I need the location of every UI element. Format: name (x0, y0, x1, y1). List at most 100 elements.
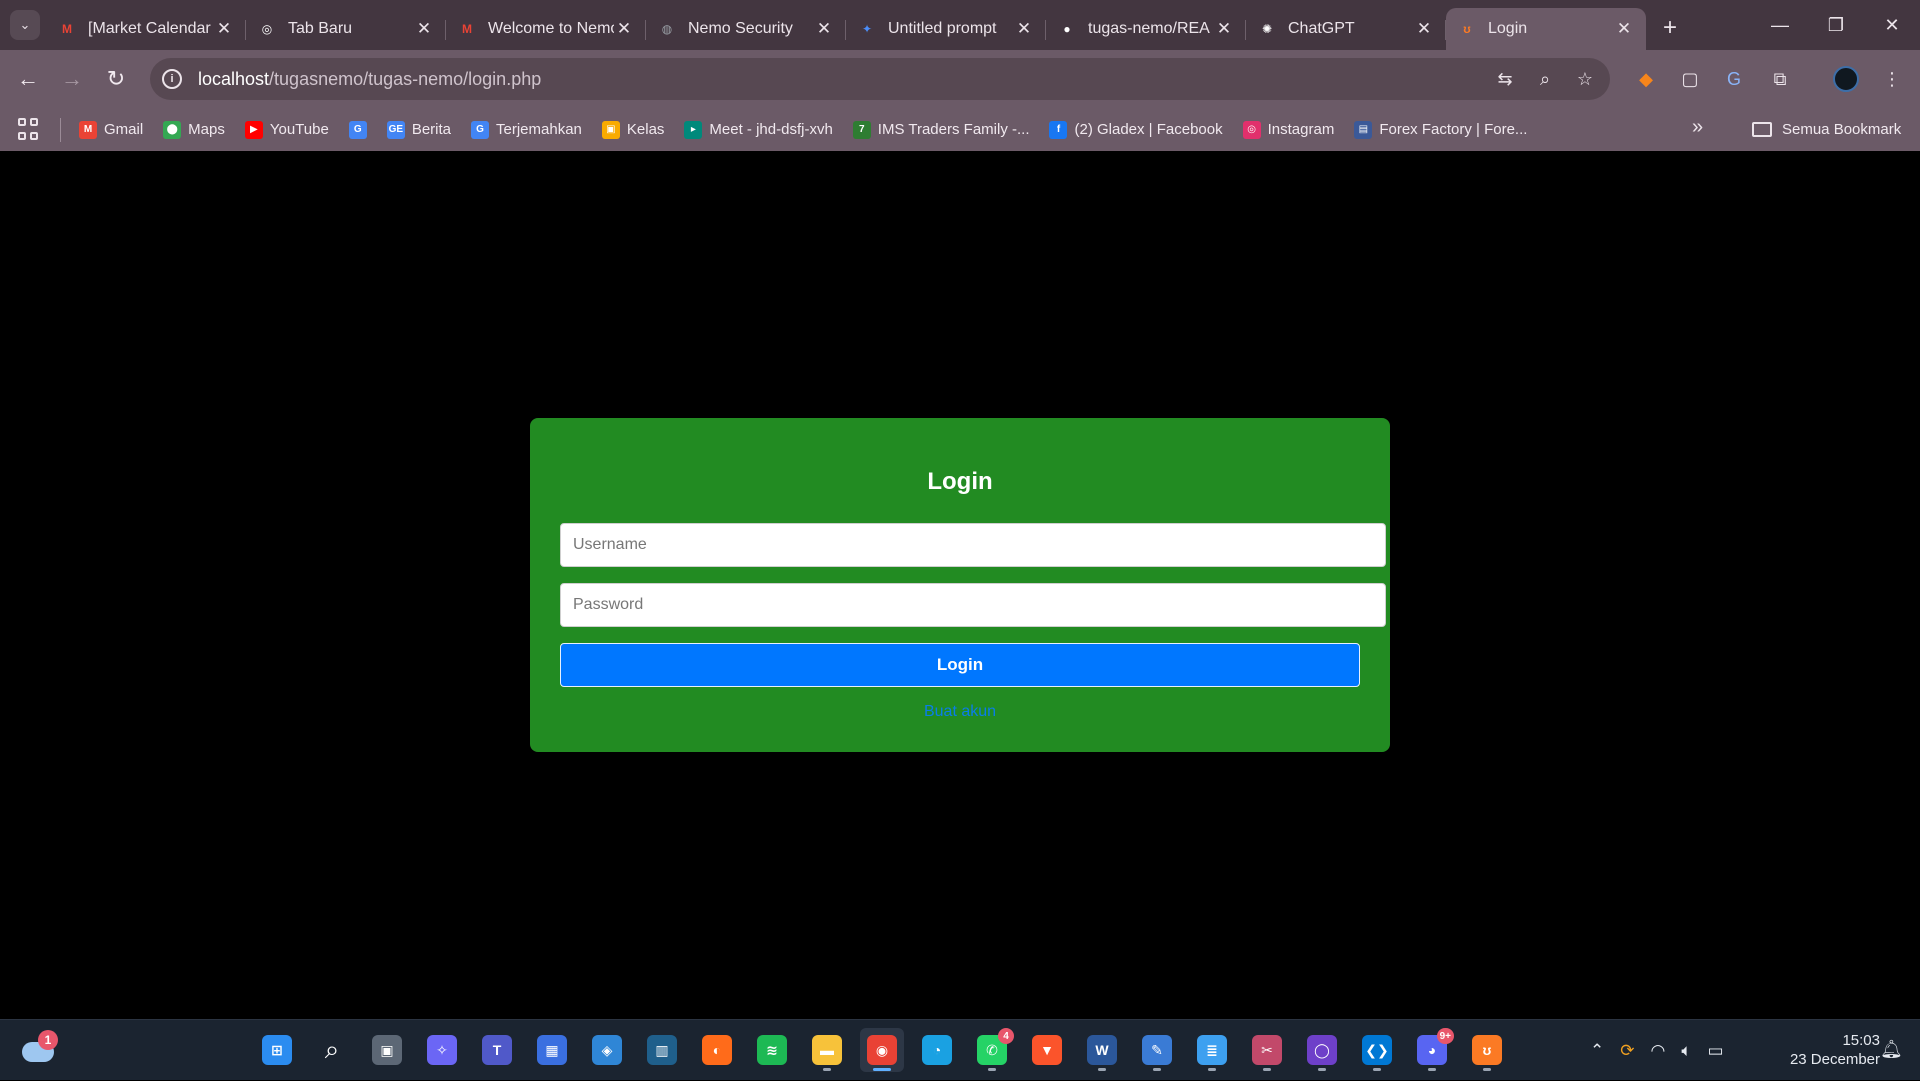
tab-close-icon[interactable]: ✕ (214, 19, 234, 39)
tab-7[interactable]: ʊ Login ✕ (1446, 8, 1646, 50)
instagram-icon: ◎ (1242, 120, 1261, 139)
reload-button[interactable]: ↻ (94, 57, 138, 101)
bookmark-instagram[interactable]: ◎ Instagram (1242, 120, 1334, 139)
running-indicator (1208, 1068, 1216, 1071)
notification-bell-icon[interactable]: 🔔︎ (1880, 1039, 1903, 1060)
site-info-icon[interactable]: i (162, 69, 182, 89)
start-button[interactable]: ⊞ (255, 1028, 299, 1072)
bookmark-youtube[interactable]: ▶ YouTube (244, 120, 329, 139)
running-indicator (1318, 1068, 1326, 1071)
vscode-icon: ❮❯ (1362, 1035, 1392, 1065)
battery-icon[interactable]: ▭ (1708, 1041, 1724, 1061)
minimize-button[interactable]: — (1752, 0, 1808, 50)
chevron-up-icon[interactable]: ⌃ (1590, 1041, 1604, 1061)
tab-close-icon[interactable]: ✕ (1214, 19, 1234, 39)
tab-4[interactable]: ✦ Untitled prompt ✕ (846, 8, 1046, 50)
taskbar-github-desktop[interactable]: ◯ (1300, 1028, 1344, 1072)
new-tab-button[interactable]: + (1652, 10, 1688, 46)
clock[interactable]: 15:03 23 December (1770, 1031, 1880, 1069)
login-button[interactable]: Login (560, 643, 1360, 687)
menu-kebab-icon[interactable]: ⋮ (1876, 63, 1908, 95)
wifi-icon[interactable]: ◠ (1651, 1041, 1666, 1061)
sync-icon[interactable]: ⟳ (1620, 1041, 1634, 1061)
taskbar-edge[interactable]: ◔ (915, 1028, 959, 1072)
zoom-icon[interactable]: ⌕ (1532, 66, 1558, 92)
search-icon: ⌕ (324, 1034, 340, 1064)
taskbar-word[interactable]: W (1080, 1028, 1124, 1072)
extension-icon[interactable]: ▢ (1674, 63, 1706, 95)
bookmark-gmail[interactable]: M Gmail (79, 120, 143, 139)
app-icon: ▥ (647, 1035, 677, 1065)
apps-grid-icon[interactable] (18, 117, 42, 142)
maps-icon: ⬤ (163, 120, 182, 139)
restore-button[interactable]: ❐ (1808, 0, 1864, 50)
address-bar[interactable]: i localhost/tugasnemo/tugas-nemo/login.p… (150, 58, 1610, 100)
taskbar-discord[interactable]: ◕ 9+ (1410, 1028, 1454, 1072)
github-icon: ● (1063, 22, 1071, 36)
taskbar-copilot[interactable]: ✧ (420, 1028, 464, 1072)
bookmark-maps[interactable]: ⬤ Maps (163, 120, 225, 139)
bookmark-terjemahkan[interactable]: G Terjemahkan (471, 120, 582, 139)
volume-icon[interactable]: 🔈︎ (1681, 1041, 1691, 1061)
tab-title: Tab Baru (288, 20, 353, 37)
taskbar-teams[interactable]: T (475, 1028, 519, 1072)
taskbar-xampp[interactable]: ʊ (1465, 1028, 1509, 1072)
weather-widget[interactable]: 1 (22, 1030, 58, 1062)
register-link[interactable]: Buat akun (530, 703, 1390, 721)
taskbar-chrome[interactable]: ◉ (860, 1028, 904, 1072)
task-view-icon: ▣ (372, 1035, 402, 1065)
classroom-icon: ▣ (601, 120, 620, 139)
tab-close-icon[interactable]: ✕ (1014, 19, 1034, 39)
tab-close-icon[interactable]: ✕ (414, 19, 434, 39)
google-translate-extension-icon[interactable]: G (1718, 63, 1750, 95)
tab-6[interactable]: ✺ ChatGPT ✕ (1246, 8, 1446, 50)
back-button[interactable]: ← (6, 57, 50, 101)
metamask-extension-icon[interactable]: ◆ (1630, 63, 1662, 95)
tab-search-button[interactable]: ⌄ (10, 10, 40, 40)
tab-1[interactable]: ◎ Tab Baru ✕ (246, 8, 446, 50)
bookmark-kelas[interactable]: ▣ Kelas (601, 120, 664, 139)
tab-close-icon[interactable]: ✕ (614, 19, 634, 39)
taskbar-task-view[interactable]: ▣ (365, 1028, 409, 1072)
bookmark-label: YouTube (269, 121, 329, 138)
taskbar-brave[interactable]: ▼ (1025, 1028, 1069, 1072)
taskbar-notepad[interactable]: ≣ (1190, 1028, 1234, 1072)
tab-close-icon[interactable]: ✕ (1414, 19, 1434, 39)
maps-app-icon: ◈ (592, 1035, 622, 1065)
bookmark-2-gladex-facebook[interactable]: f (2) Gladex | Facebook (1049, 120, 1223, 139)
more-bookmarks-icon[interactable]: » (1692, 116, 1703, 139)
app-installer-icon: ✎ (1142, 1035, 1172, 1065)
tab-0[interactable]: M [Market Calendar ✕ (46, 8, 246, 50)
taskbar-ms-store[interactable]: ▦ (530, 1028, 574, 1072)
bookmark-star-icon[interactable]: ☆ (1572, 66, 1598, 92)
tab-3[interactable]: ◍ Nemo Security ✕ (646, 8, 846, 50)
forward-button[interactable]: → (50, 57, 94, 101)
taskbar-app-installer[interactable]: ✎ (1135, 1028, 1179, 1072)
all-bookmarks-button[interactable]: Semua Bookmark (1752, 108, 1901, 151)
tab-5[interactable]: ● tugas-nemo/REA ✕ (1046, 8, 1246, 50)
taskbar-whatsapp[interactable]: ✆ 4 (970, 1028, 1014, 1072)
puzzle-extensions-icon[interactable]: ⧉ (1764, 63, 1796, 95)
tab-close-icon[interactable]: ✕ (1614, 19, 1634, 39)
translate-page-icon[interactable]: ⇆ (1492, 66, 1518, 92)
password-input[interactable] (560, 583, 1386, 627)
chevron-down-icon: ⌄ (19, 17, 31, 32)
tab-close-icon[interactable]: ✕ (814, 19, 834, 39)
bookmark-forex-factory-fore[interactable]: ▤ Forex Factory | Fore... (1354, 120, 1527, 139)
bookmark-berita[interactable]: GE Berita (386, 120, 451, 139)
taskbar-search[interactable]: ⌕ (310, 1028, 354, 1072)
close-window-button[interactable]: ✕ (1864, 0, 1920, 50)
bookmark-meet-jhd-dsfj-xvh[interactable]: ▸ Meet - jhd-dsfj-xvh (684, 120, 833, 139)
tab-2[interactable]: M Welcome to Nemo ✕ (446, 8, 646, 50)
taskbar-spotify[interactable]: ≋ (750, 1028, 794, 1072)
taskbar-file-explorer[interactable]: ▬ (805, 1028, 849, 1072)
bookmark-google[interactable]: G (348, 120, 367, 139)
taskbar-app[interactable]: ▥ (640, 1028, 684, 1072)
username-input[interactable] (560, 523, 1386, 567)
taskbar-maps-app[interactable]: ◈ (585, 1028, 629, 1072)
taskbar-vscode[interactable]: ❮❯ (1355, 1028, 1399, 1072)
bookmark-ims-traders-family[interactable]: 7 IMS Traders Family -... (852, 120, 1029, 139)
avatar[interactable] (1830, 63, 1862, 95)
taskbar-firefox[interactable]: ◐ (695, 1028, 739, 1072)
taskbar-snipping-tool[interactable]: ✂ (1245, 1028, 1289, 1072)
